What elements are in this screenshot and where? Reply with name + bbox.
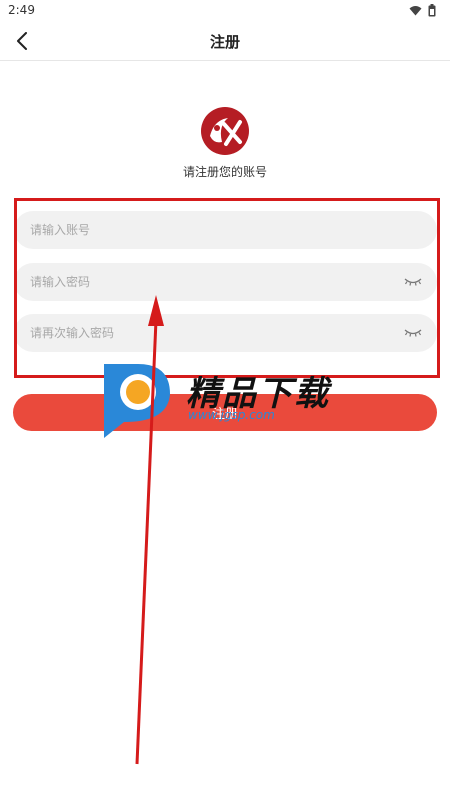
annotation-highlight-box: [14, 198, 440, 378]
wifi-icon: [409, 6, 422, 16]
battery-icon: [428, 4, 436, 17]
page-title: 注册: [209, 33, 240, 51]
status-icons: [409, 4, 436, 17]
nav-bar: 注册: [0, 22, 450, 61]
register-button[interactable]: 注册: [13, 394, 437, 431]
status-time: 2:49: [8, 3, 35, 17]
register-subtitle: 请注册您的账号: [182, 165, 267, 179]
app-logo-icon: [201, 107, 249, 155]
status-bar: 2:49: [0, 0, 450, 22]
